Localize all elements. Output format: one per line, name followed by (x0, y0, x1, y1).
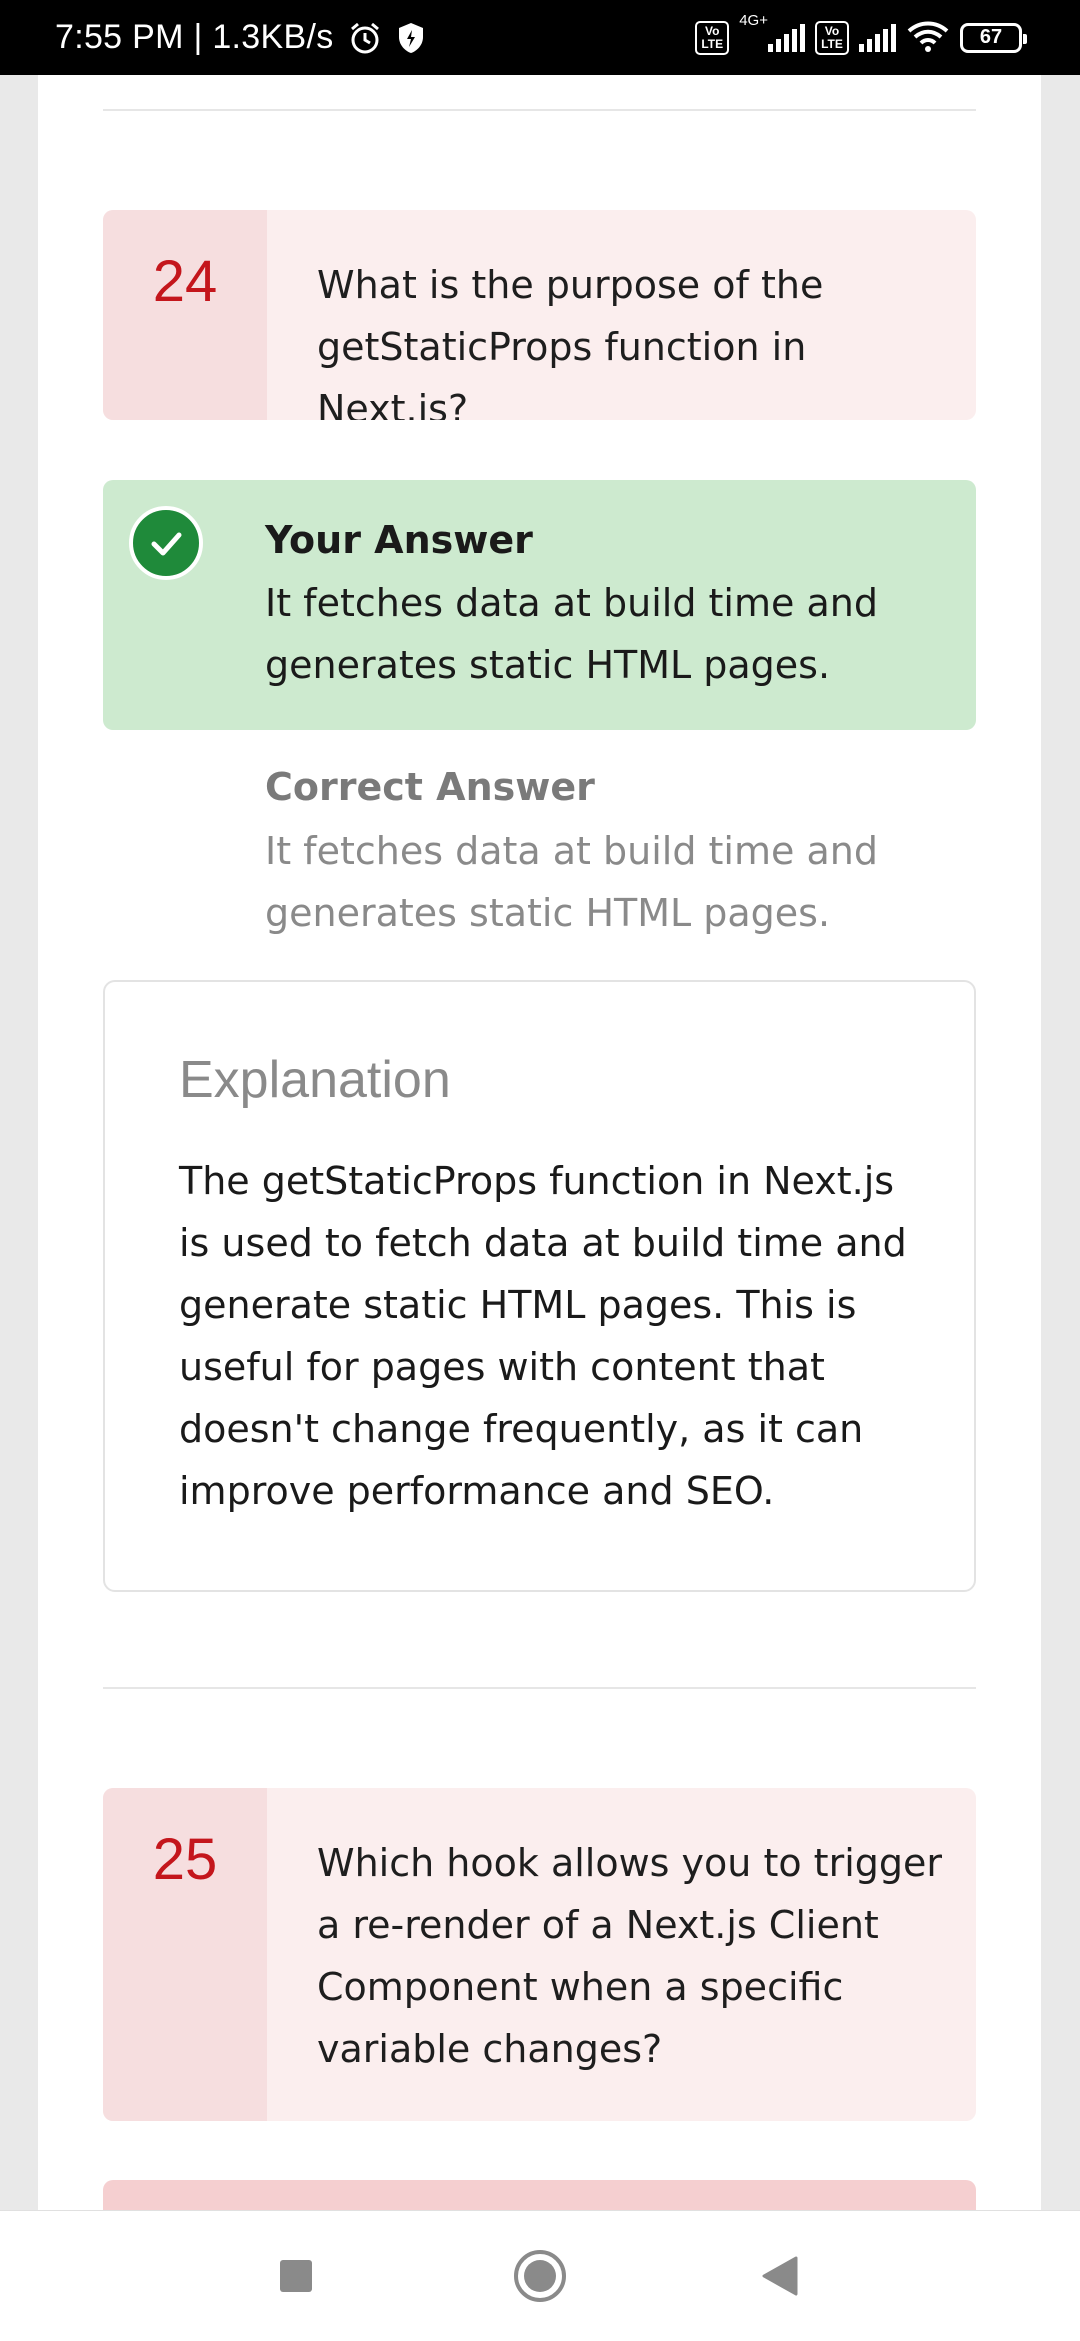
status-right: Vo LTE 4G+ Vo LTE 67 (695, 0, 1027, 75)
question-card: 24 What is the purpose of the getStaticP… (103, 210, 976, 420)
explanation-title: Explanation (179, 1051, 451, 1109)
back-button[interactable] (720, 2211, 840, 2341)
navigation-bar (0, 2210, 1080, 2341)
alarm-icon (348, 21, 382, 55)
explanation-body: The getStaticProps function in Next.js i… (179, 1159, 907, 1513)
volte-icon: Vo LTE (815, 20, 849, 55)
correct-answer-label: Correct Answer (265, 765, 595, 809)
your-answer-card: Your Answer It fetches data at build tim… (103, 480, 976, 730)
explanation-box: Explanation The getStaticProps function … (103, 980, 976, 1592)
question-number: 24 (103, 210, 267, 420)
question-text: Which hook allows you to trigger a re-re… (317, 1841, 942, 2071)
wifi-icon (906, 19, 950, 57)
battery-level: 67 (979, 26, 1003, 48)
battery-icon: 67 (960, 22, 1027, 53)
shield-icon (396, 21, 426, 55)
quiz-review-panel[interactable]: 24 What is the purpose of the getStaticP… (38, 75, 1041, 2210)
status-left: 7:55 PM | 1.3KB/s (55, 0, 426, 75)
triangle-back-icon (762, 2256, 798, 2296)
home-button[interactable] (480, 2211, 600, 2341)
time-and-speed: 7:55 PM | 1.3KB/s (55, 18, 334, 56)
recents-button[interactable] (236, 2211, 356, 2341)
network-type: 4G+ (739, 12, 768, 29)
your-answer-text: It fetches data at build time and genera… (265, 581, 878, 687)
signal-icon (859, 23, 896, 52)
answer-card-partial (103, 2180, 976, 2210)
question-text: What is the purpose of the getStaticProp… (317, 263, 824, 420)
circle-icon (514, 2250, 566, 2302)
your-answer-label: Your Answer (265, 518, 533, 562)
status-bar: 7:55 PM | 1.3KB/s Vo LTE 4G+ Vo LTE 67 (0, 0, 1080, 75)
square-icon (280, 2260, 312, 2292)
check-icon (129, 506, 203, 580)
divider (103, 1687, 976, 1689)
question-card: 25 Which hook allows you to trigger a re… (103, 1788, 976, 2121)
volte-icon: Vo LTE (695, 20, 730, 55)
question-number: 25 (103, 1788, 267, 2121)
signal-icon (768, 23, 805, 52)
correct-answer-text: It fetches data at build time and genera… (265, 829, 878, 935)
divider (103, 109, 976, 111)
